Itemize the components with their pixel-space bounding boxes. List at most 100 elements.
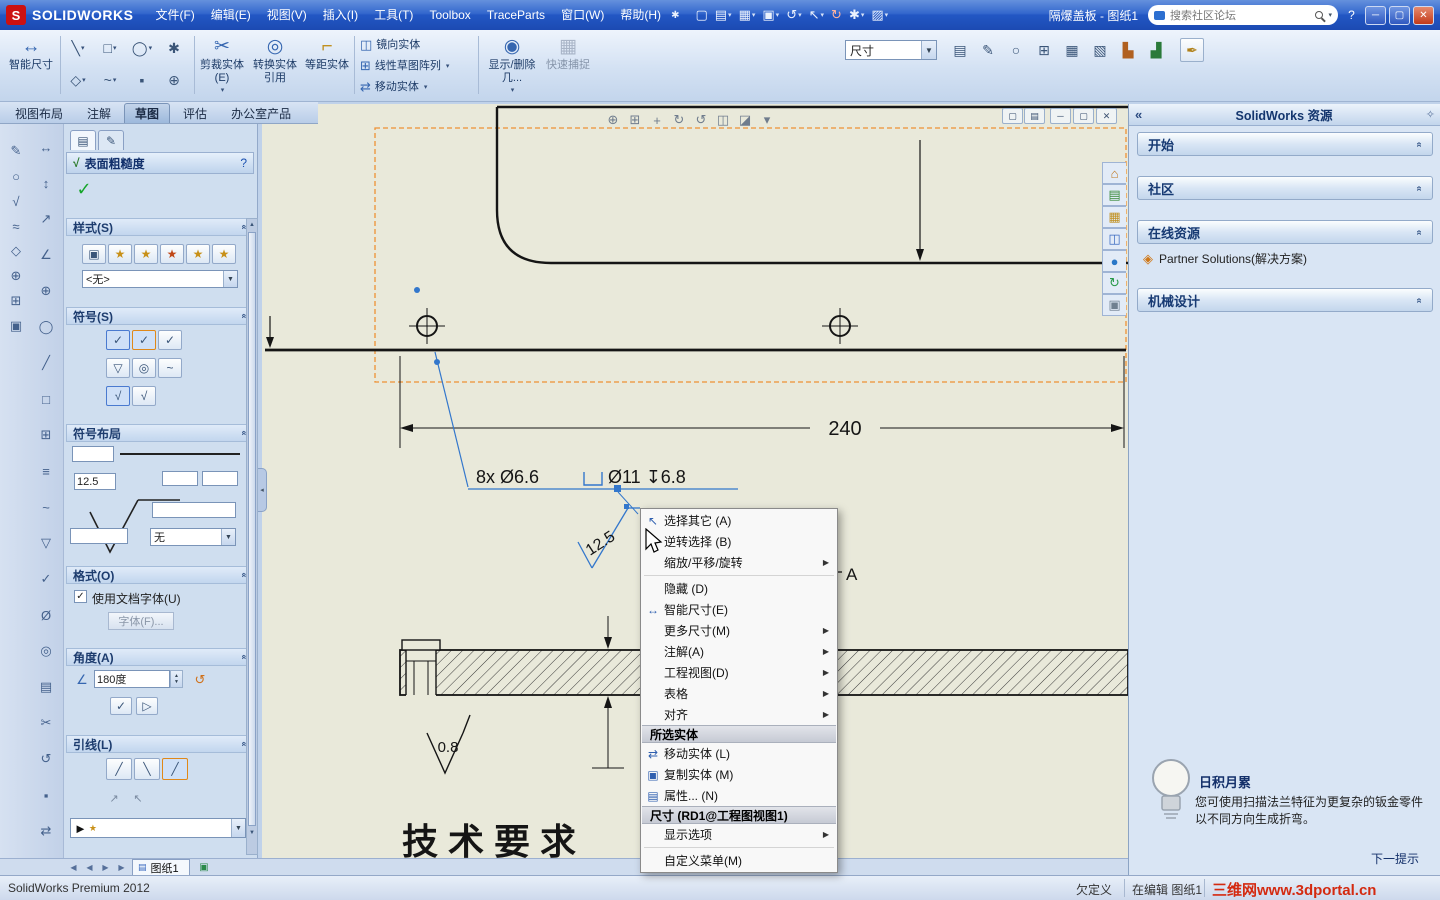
options-icon[interactable]: ✱ ▾: [847, 6, 866, 24]
ok-button[interactable]: ✓: [72, 178, 96, 200]
sheet-tab[interactable]: ▤ 图纸1: [132, 859, 190, 875]
format-section-header[interactable]: 格式(O) «: [66, 566, 254, 584]
scrollbar-thumb[interactable]: [248, 232, 256, 826]
rectangle-sketch-icon[interactable]: □: [34, 388, 58, 410]
zoom-in-icon[interactable]: ⊕: [602, 110, 624, 130]
display-delete-relations-button[interactable]: ◉ 显示/删除几... ▾: [484, 34, 540, 98]
menu-item-more-dimensions[interactable]: 更多尺寸(M) ▶: [642, 620, 836, 641]
previous-sheet-icon[interactable]: ◀: [82, 860, 97, 875]
scroll-up-icon[interactable]: ▲: [247, 219, 257, 231]
tab-view-layout[interactable]: 视图布局: [4, 103, 74, 123]
convert-icon[interactable]: ◎: [34, 640, 58, 662]
roughness-0-8-text[interactable]: 0.8: [438, 739, 459, 756]
menu-file[interactable]: 文件(F): [147, 0, 202, 30]
rotate-symbol-icon[interactable]: ↺: [192, 672, 208, 688]
all-over-symbol-button[interactable]: √: [132, 386, 156, 406]
new-document-icon[interactable]: ▢: [693, 6, 709, 24]
weld-symbol-icon[interactable]: ≈: [4, 215, 28, 237]
local-symbol-button[interactable]: √: [106, 386, 130, 406]
menu-tools[interactable]: 工具(T): [366, 0, 421, 30]
next-sheet-icon[interactable]: ▶: [98, 860, 113, 875]
menu-item-move-entity[interactable]: ⇄ 移动实体 (L): [642, 743, 836, 764]
hole-callout-cbore-text[interactable]: Ø11 ↧6.8: [608, 467, 686, 487]
menu-edit[interactable]: 编辑(E): [203, 0, 259, 30]
sketch-point[interactable]: [414, 287, 420, 293]
layout-field-a[interactable]: [162, 471, 198, 486]
section-machine-design[interactable]: 机械设计 «: [1137, 288, 1433, 312]
design-library-icon[interactable]: ◫: [1102, 228, 1126, 250]
search-input[interactable]: 搜索社区论坛: [1170, 7, 1310, 23]
centerline-icon[interactable]: ╱: [34, 352, 58, 374]
style-section-header[interactable]: 样式(S) «: [66, 218, 254, 236]
resources-icon[interactable]: ▤: [1102, 184, 1126, 206]
blocks-tool-icon[interactable]: ▟: [1144, 38, 1168, 62]
spline-icon[interactable]: ~: [34, 496, 58, 518]
balloon-tool-icon[interactable]: ○: [1004, 38, 1028, 62]
rebuild-icon[interactable]: ↻: [829, 6, 844, 24]
partner-solutions-link[interactable]: ◈ Partner Solutions(解决方案): [1143, 250, 1307, 267]
selection-handle[interactable]: [624, 504, 629, 509]
menu-item-annotations[interactable]: 注解(A) ▶: [642, 641, 836, 662]
balloon-icon[interactable]: ○: [4, 165, 28, 187]
doc-close-button[interactable]: ✕: [1096, 108, 1117, 124]
note-tool-icon[interactable]: ✎: [976, 38, 1000, 62]
panel-splitter-handle[interactable]: ◂: [258, 468, 267, 512]
check-icon[interactable]: ✓: [34, 568, 58, 590]
help-icon[interactable]: ?: [1341, 6, 1362, 25]
table-icon[interactable]: ⊞: [4, 290, 28, 312]
configuration-tab[interactable]: ✎: [98, 130, 124, 150]
add-sheet-icon[interactable]: ▣: [196, 860, 212, 874]
tab-office-products[interactable]: 办公室产品: [220, 103, 302, 123]
angle-dimension-icon[interactable]: ∠: [34, 244, 58, 266]
horizontal-dimension-icon[interactable]: ↔: [34, 136, 58, 158]
section-view-icon[interactable]: ◫: [712, 110, 734, 130]
layout-style-dropdown[interactable]: 无 ▼: [150, 528, 236, 546]
leader-up-icon[interactable]: ↗: [104, 790, 124, 806]
layout-field-d[interactable]: [70, 528, 128, 544]
doc-window-icon-a[interactable]: ▢: [1002, 108, 1023, 124]
menu-toolbox[interactable]: Toolbox: [421, 0, 478, 30]
quick-snaps-button[interactable]: ▦ 快速捕捉: [544, 34, 592, 98]
linear-pattern-button[interactable]: ⊞ 线性草图阵列 ▾: [360, 56, 449, 76]
scroll-down-icon[interactable]: ▼: [247, 827, 257, 839]
bent-leader-button[interactable]: ╱: [162, 758, 188, 780]
angle-flip-button[interactable]: ▷: [136, 697, 158, 715]
basic-symbol-button[interactable]: ✓: [106, 330, 130, 350]
font-button[interactable]: 字体(F)...: [108, 612, 174, 630]
collapse-pane-icon[interactable]: «: [1135, 107, 1142, 122]
menu-item-align[interactable]: 对齐 ▶: [642, 704, 836, 725]
rectangle-tool-icon[interactable]: □ ▾: [98, 36, 122, 60]
menu-item-invert-selection[interactable]: 逆转选择 (B): [642, 531, 836, 552]
menu-item-properties[interactable]: ▤ 属性... (N): [642, 785, 836, 806]
trim-icon[interactable]: ✂: [34, 712, 58, 734]
menu-item-tables[interactable]: 表格 ▶: [642, 683, 836, 704]
layout-field-max[interactable]: [72, 446, 114, 462]
mirror-entities-button[interactable]: ◫ 镜向实体: [360, 35, 420, 55]
menu-traceparts[interactable]: TraceParts: [479, 0, 553, 30]
web-icon[interactable]: ●: [1102, 250, 1126, 272]
doc-restore-button[interactable]: ▢: [1073, 108, 1094, 124]
file-explorer-icon[interactable]: ▦: [1102, 206, 1126, 228]
menu-help[interactable]: 帮助(H): [612, 0, 669, 30]
next-tip-link[interactable]: 下一提示: [1129, 850, 1419, 867]
polygon-tool-icon[interactable]: ◇ ▾: [66, 68, 90, 92]
general-table-icon[interactable]: ⊞: [1032, 38, 1056, 62]
sketch-text-icon[interactable]: ✱: [162, 36, 186, 60]
jis-circle-button[interactable]: ◎: [132, 358, 156, 378]
hole-table-icon[interactable]: ▦: [1060, 38, 1084, 62]
close-button[interactable]: ✕: [1413, 5, 1434, 25]
menu-insert[interactable]: 插入(I): [315, 0, 366, 30]
custom-properties-icon[interactable]: ▣: [1102, 294, 1126, 316]
center-mark-icon[interactable]: ⊕: [4, 265, 28, 287]
dimension-style-combo[interactable]: 尺寸 ▼: [845, 40, 937, 60]
center-mark-right[interactable]: [822, 308, 858, 344]
line-tool-icon[interactable]: ╲ ▾: [66, 36, 90, 60]
circle-sketch-icon[interactable]: ◯: [34, 316, 58, 338]
diameter-dimension-icon[interactable]: Ø: [34, 604, 58, 626]
spline-tool-icon[interactable]: ~ ▾: [98, 68, 122, 92]
favorite-save-icon[interactable]: ★: [186, 244, 210, 264]
offset-entities-button[interactable]: ⌐ 等距实体: [304, 34, 350, 98]
dimension-palette-icon[interactable]: ▤: [948, 38, 972, 62]
section-community[interactable]: 社区 «: [1137, 176, 1433, 200]
technical-requirements-text[interactable]: 技术要求: [402, 821, 586, 858]
